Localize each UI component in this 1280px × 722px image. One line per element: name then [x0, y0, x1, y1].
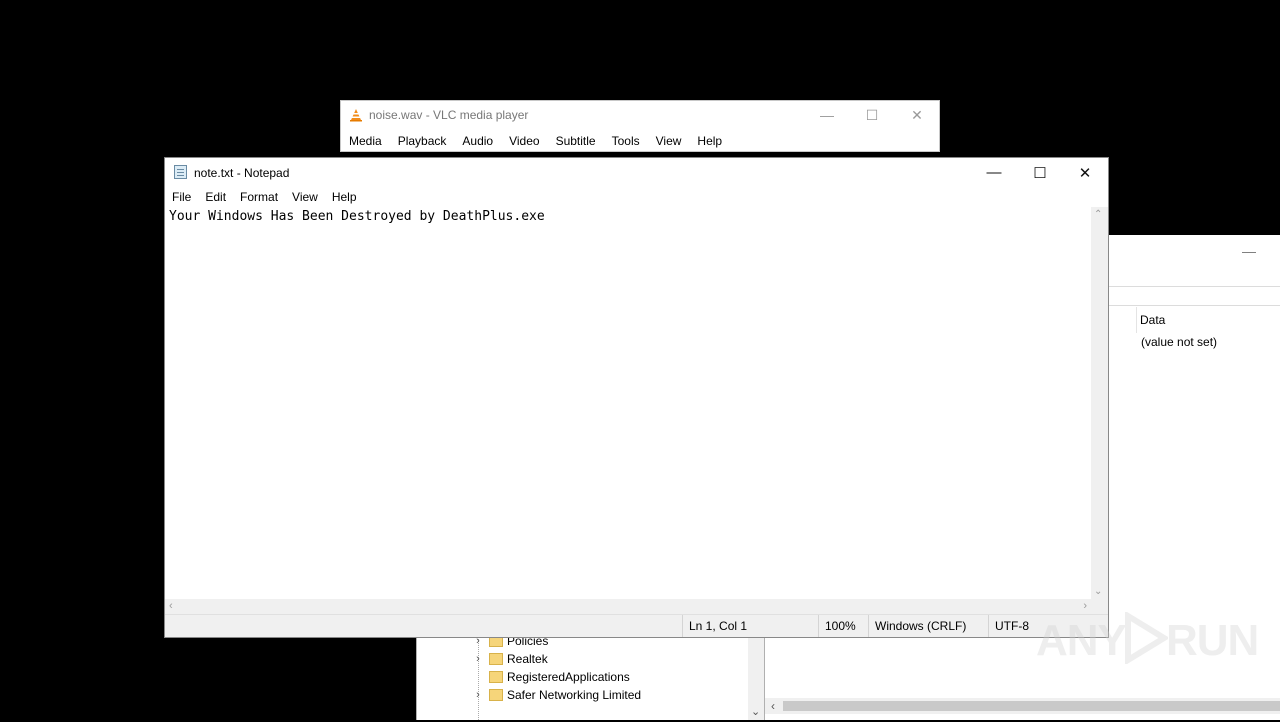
tree-item-label: Safer-Networking Ltd: [507, 706, 620, 720]
chevron-left-icon[interactable]: ‹: [169, 600, 173, 612]
status-zoom-text: 100%: [825, 619, 856, 633]
registry-value-data[interactable]: (value not set): [1141, 335, 1217, 349]
maximize-icon: ☐: [865, 106, 879, 123]
vlc-cone-icon: [350, 109, 362, 122]
minimize-icon: —: [986, 164, 1002, 181]
folder-icon: [489, 689, 503, 701]
vlc-menu-video[interactable]: Video: [501, 134, 547, 148]
notepad-menubar: File Edit Format View Help: [165, 187, 1108, 207]
notepad-vertical-scrollbar[interactable]: ⌃ ⌄: [1091, 207, 1108, 599]
vlc-minimize-button[interactable]: —: [804, 101, 850, 129]
folder-icon: [489, 671, 503, 683]
tree-vertical-scrollbar[interactable]: ⌄: [748, 637, 765, 720]
folder-icon: [489, 653, 503, 665]
chevron-right-icon[interactable]: ›: [473, 653, 483, 665]
status-line-ending: Windows (CRLF): [868, 615, 988, 637]
watermark-left-text: ANY: [1036, 616, 1127, 665]
vlc-menu-subtitle[interactable]: Subtitle: [548, 134, 604, 148]
notepad-titlebar[interactable]: note.txt - Notepad — ☐ ✕: [165, 158, 1108, 187]
chevron-left-icon[interactable]: ‹: [771, 699, 775, 713]
vlc-menu-audio[interactable]: Audio: [454, 134, 501, 148]
vlc-menu-playback[interactable]: Playback: [390, 134, 455, 148]
minimize-icon: —: [820, 107, 834, 123]
close-icon: ✕: [911, 106, 923, 123]
maximize-icon: ☐: [1033, 164, 1047, 182]
status-line-ending-text: Windows (CRLF): [875, 619, 967, 633]
column-header-data[interactable]: Data: [1140, 313, 1165, 327]
vlc-menubar: Media Playback Audio Video Subtitle Tool…: [341, 130, 939, 152]
notepad-menu-edit[interactable]: Edit: [198, 190, 233, 204]
regedit-minimize-button[interactable]: —: [1242, 243, 1256, 259]
notepad-icon: [174, 165, 187, 179]
divider: [1108, 286, 1280, 287]
status-zoom: 100%: [818, 615, 868, 637]
registry-tree: › Policies › Realtek RegisteredApplicati…: [416, 634, 765, 720]
close-icon: ✕: [1078, 164, 1092, 182]
vlc-menu-media[interactable]: Media: [341, 134, 390, 148]
vlc-menu-help[interactable]: Help: [689, 134, 730, 148]
watermark-right-text: RUN: [1166, 616, 1259, 665]
notepad-close-button[interactable]: ✕: [1062, 158, 1108, 187]
notepad-window: note.txt - Notepad — ☐ ✕ File Edit Forma…: [164, 157, 1109, 638]
notepad-maximize-button[interactable]: ☐: [1017, 158, 1063, 187]
chevron-right-icon[interactable]: ›: [473, 689, 483, 701]
notepad-menu-file[interactable]: File: [165, 190, 198, 204]
tree-item-label: Realtek: [507, 652, 548, 666]
chevron-down-icon[interactable]: ⌄: [1094, 586, 1102, 597]
notepad-title: note.txt - Notepad: [194, 166, 290, 180]
vlc-title: noise.wav - VLC media player: [369, 108, 529, 122]
tree-guide-line: [478, 637, 479, 720]
vlc-titlebar[interactable]: noise.wav - VLC media player — ☐ ✕: [341, 101, 939, 129]
column-separator[interactable]: [1136, 307, 1137, 333]
notepad-statusbar: Ln 1, Col 1 100% Windows (CRLF) UTF-8: [165, 614, 1108, 637]
vlc-menu-tools[interactable]: Tools: [604, 134, 648, 148]
chevron-down-icon[interactable]: ⌄: [751, 705, 760, 718]
vlc-close-button[interactable]: ✕: [894, 101, 940, 129]
divider: [1108, 305, 1280, 306]
tree-item-label: Safer Networking Limited: [507, 688, 642, 702]
notepad-menu-view[interactable]: View: [285, 190, 325, 204]
vlc-maximize-button[interactable]: ☐: [849, 101, 895, 129]
notepad-menu-format[interactable]: Format: [233, 190, 285, 204]
notepad-minimize-button[interactable]: —: [971, 158, 1017, 187]
status-position-text: Ln 1, Col 1: [689, 619, 748, 633]
chevron-up-icon[interactable]: ⌃: [1094, 209, 1102, 220]
values-horizontal-scrollbar[interactable]: ‹: [765, 698, 1280, 714]
status-position: Ln 1, Col 1: [682, 615, 818, 637]
notepad-text-area[interactable]: Your Windows Has Been Destroyed by Death…: [165, 207, 1091, 599]
vlc-window: noise.wav - VLC media player — ☐ ✕ Media…: [340, 100, 940, 152]
notepad-menu-help[interactable]: Help: [325, 190, 364, 204]
play-icon: [1125, 612, 1168, 664]
note-content[interactable]: Your Windows Has Been Destroyed by Death…: [169, 209, 545, 224]
tree-item-label: RegisteredApplications: [507, 670, 630, 684]
folder-icon: [489, 707, 503, 719]
status-encoding-text: UTF-8: [995, 619, 1029, 633]
notepad-horizontal-scrollbar[interactable]: ‹ ›: [165, 599, 1091, 615]
scrollbar-thumb[interactable]: [783, 701, 1280, 711]
vlc-menu-view[interactable]: View: [648, 134, 690, 148]
anyrun-watermark: ANY RUN: [1036, 606, 1259, 670]
